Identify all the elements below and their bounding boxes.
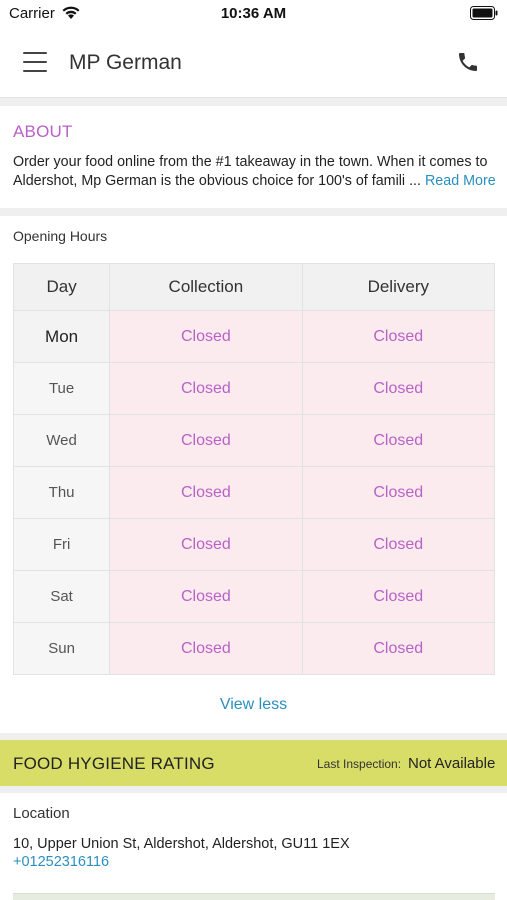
collection-cell: Closed — [109, 362, 303, 415]
food-hygiene-banner: FOOD HYGIENE RATING Last Inspection: Not… — [0, 740, 507, 786]
location-section: Location 10, Upper Union St, Aldershot, … — [0, 793, 507, 900]
table-row: Sun Closed Closed — [12, 622, 496, 675]
column-header-delivery: Delivery — [301, 263, 496, 311]
day-cell: Wed — [12, 414, 111, 467]
location-title: Location — [13, 805, 70, 822]
about-line-2: Aldershot, Mp German is the obvious choi… — [13, 173, 421, 189]
collection-cell: Closed — [109, 414, 303, 467]
delivery-cell: Closed — [301, 622, 496, 675]
opening-hours-section: Opening Hours Day Collection Delivery Mo… — [0, 216, 507, 733]
delivery-cell: Closed — [301, 570, 496, 623]
table-row: Fri Closed Closed — [12, 518, 496, 571]
location-address: 10, Upper Union St, Aldershot, Aldershot… — [13, 836, 350, 852]
delivery-cell: Closed — [301, 518, 496, 571]
about-heading: ABOUT — [13, 122, 73, 141]
collection-cell: Closed — [109, 310, 303, 363]
table-row: Tue Closed Closed — [12, 362, 496, 415]
hamburger-menu-icon[interactable] — [23, 52, 47, 72]
nav-bar: MP German — [0, 28, 507, 98]
restaurant-title: MP German — [69, 51, 182, 74]
location-phone-link[interactable]: +01252316116 — [13, 854, 109, 870]
phone-icon[interactable] — [456, 50, 480, 79]
delivery-cell: Closed — [301, 310, 496, 363]
day-cell: Sat — [12, 570, 111, 623]
about-description: Order your food online from the #1 takea… — [13, 153, 497, 191]
collection-cell: Closed — [109, 622, 303, 675]
about-section: ABOUT Order your food online from the #1… — [0, 106, 507, 208]
status-time: 10:36 AM — [220, 5, 287, 22]
last-inspection-label: Last Inspection: — [317, 757, 402, 771]
location-map[interactable] — [13, 893, 495, 900]
day-cell: Mon — [12, 310, 111, 363]
delivery-cell: Closed — [301, 414, 496, 467]
status-bar: Carrier 10:36 AM — [0, 0, 507, 28]
day-cell: Tue — [12, 362, 111, 415]
delivery-cell: Closed — [301, 466, 496, 519]
opening-hours-label: Opening Hours — [13, 228, 108, 244]
opening-hours-table: Day Collection Delivery Mon Closed Close… — [12, 263, 496, 675]
day-cell: Fri — [12, 518, 111, 571]
table-row: Sat Closed Closed — [12, 570, 496, 623]
day-cell: Thu — [12, 466, 111, 519]
last-inspection-value: Not Available — [408, 755, 496, 772]
table-row: Mon Closed Closed — [12, 310, 496, 363]
column-header-collection: Collection — [109, 263, 303, 311]
delivery-cell: Closed — [301, 362, 496, 415]
food-hygiene-title: FOOD HYGIENE RATING — [13, 754, 215, 773]
table-row: Thu Closed Closed — [12, 466, 496, 519]
collection-cell: Closed — [109, 466, 303, 519]
day-cell: Sun — [12, 622, 111, 675]
about-line-1: Order your food online from the #1 takea… — [13, 154, 488, 170]
collection-cell: Closed — [109, 570, 303, 623]
table-header-row: Day Collection Delivery — [12, 263, 496, 311]
column-header-day: Day — [12, 263, 111, 311]
table-row: Wed Closed Closed — [12, 414, 496, 467]
collection-cell: Closed — [109, 518, 303, 571]
view-less-link[interactable]: View less — [0, 696, 507, 714]
read-more-link[interactable]: Read More — [425, 173, 496, 189]
battery-icon — [470, 6, 498, 25]
